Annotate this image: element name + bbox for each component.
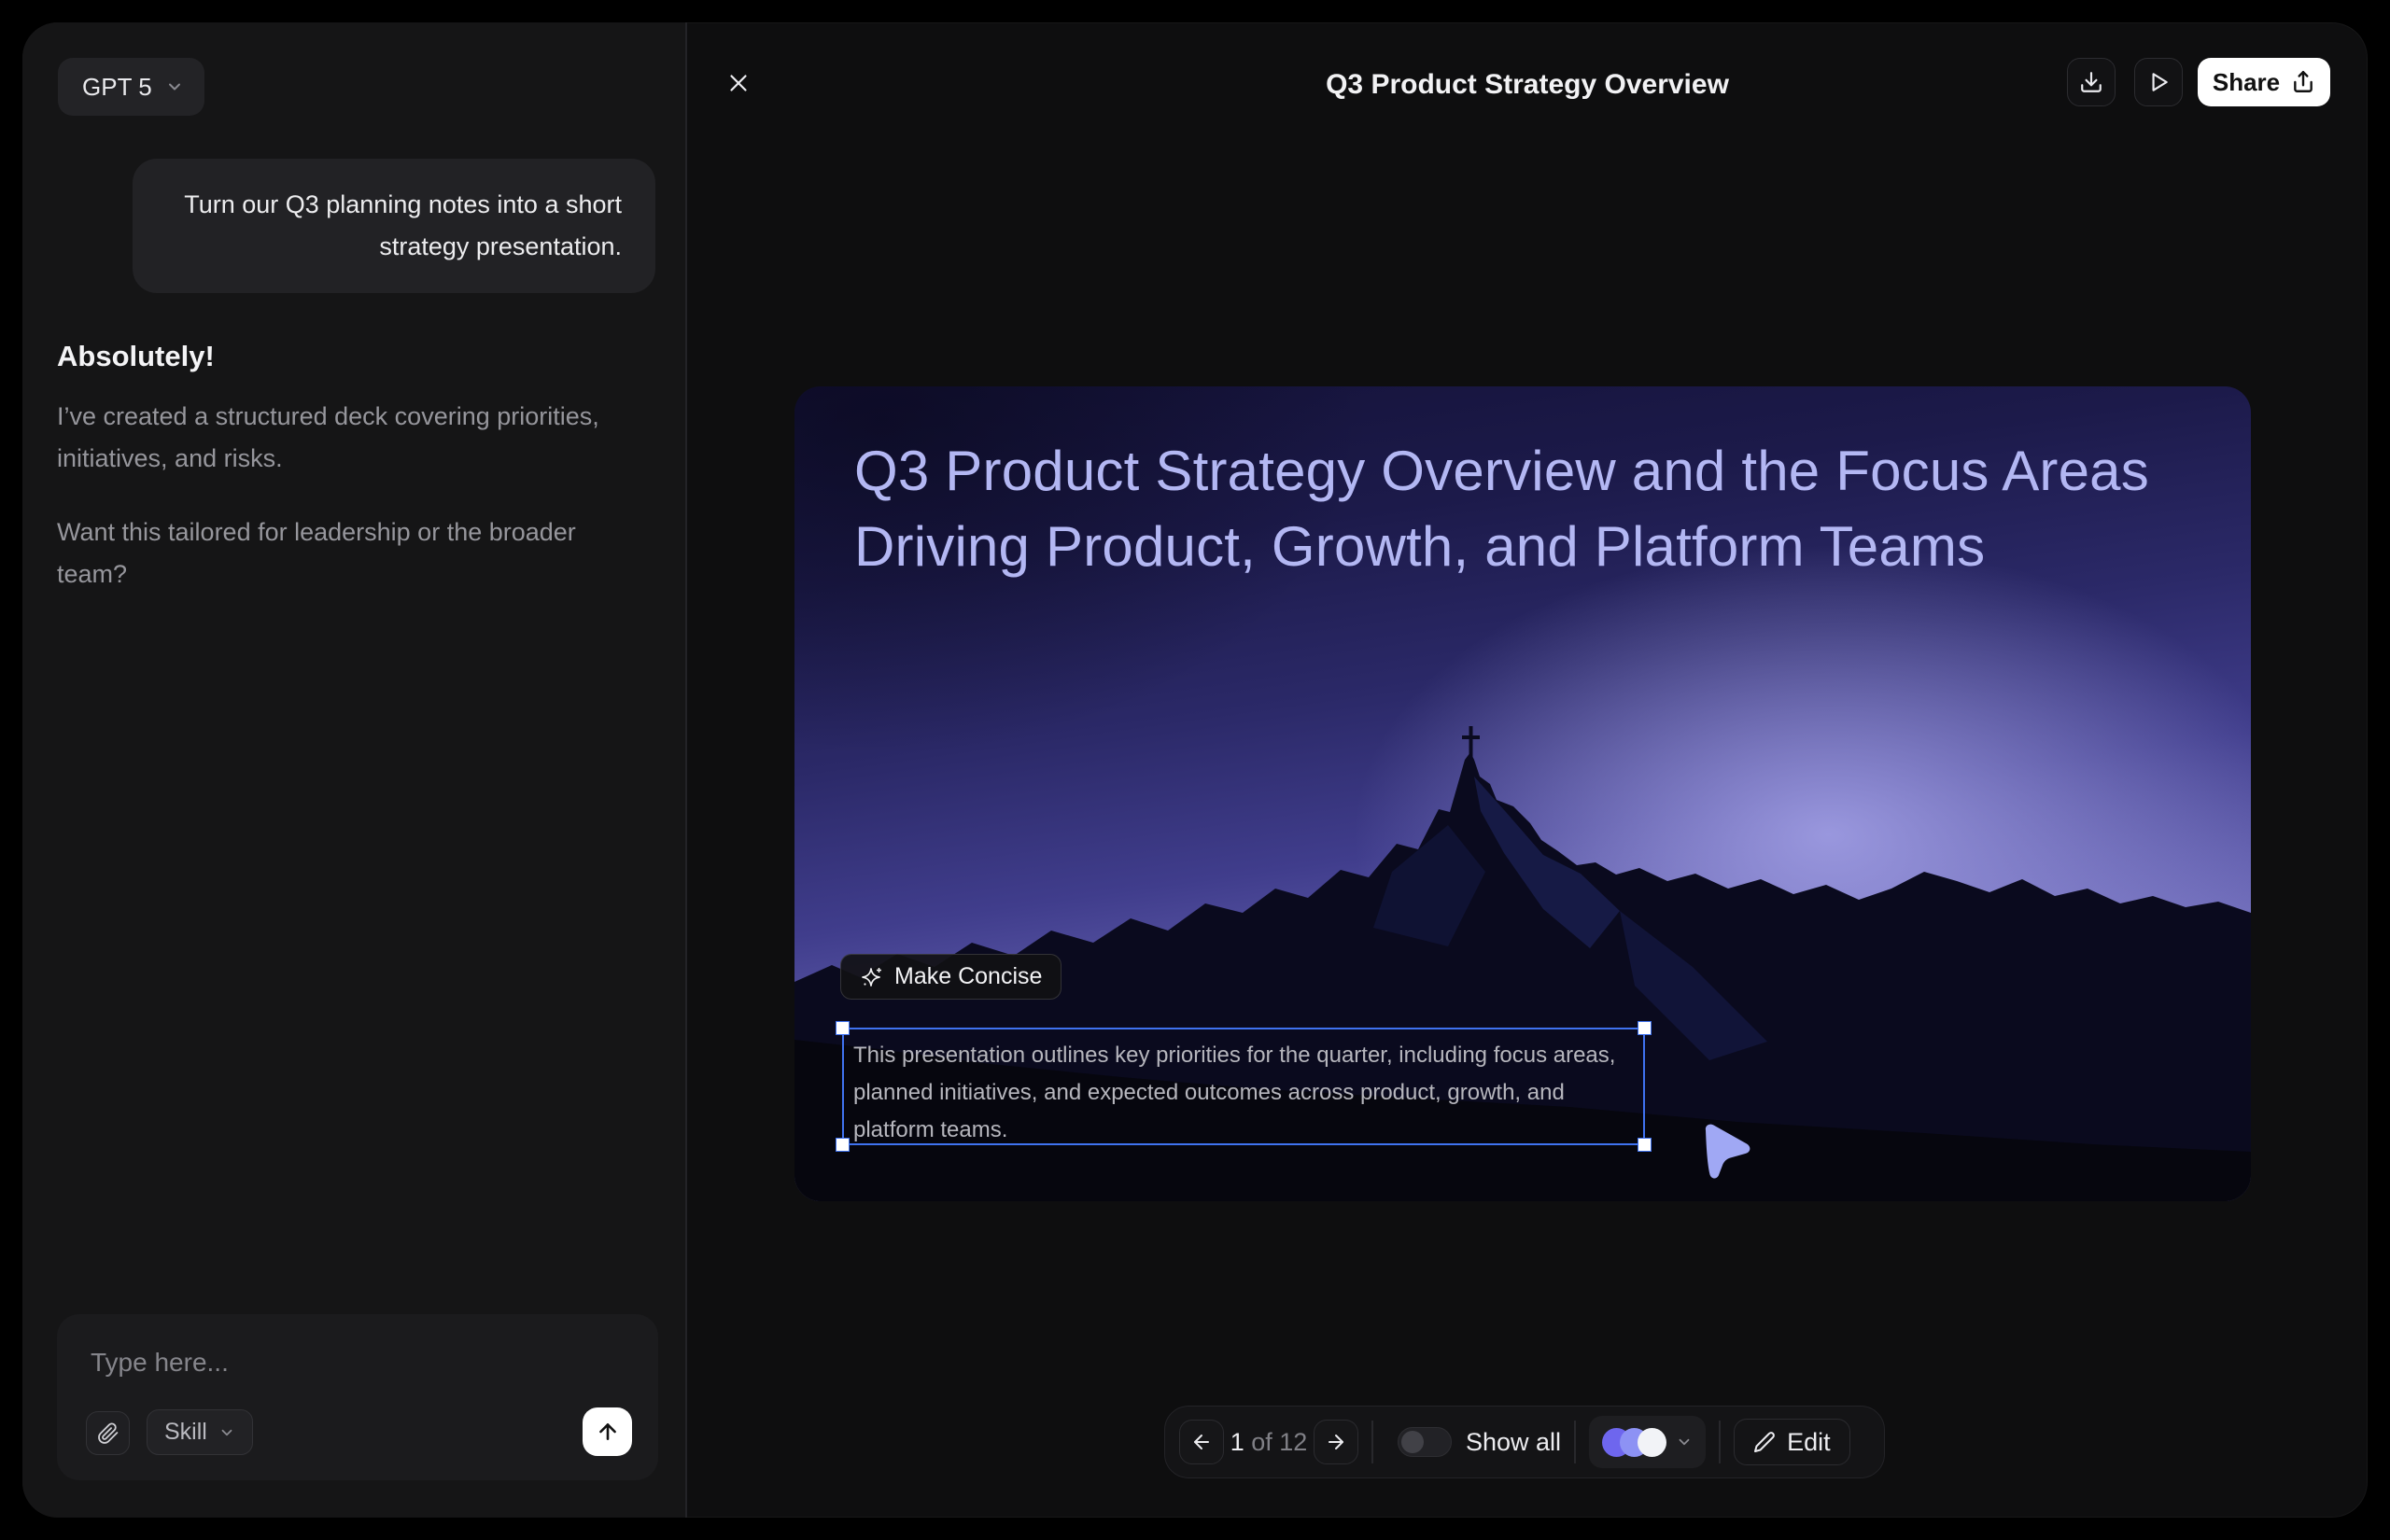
close-icon (724, 69, 752, 97)
selection-handle[interactable] (1638, 1021, 1652, 1035)
model-selector[interactable]: GPT 5 (58, 58, 204, 116)
arrow-left-icon (1190, 1431, 1213, 1453)
download-button[interactable] (2067, 58, 2116, 106)
page-total: of 12 (1244, 1428, 1308, 1456)
send-button[interactable] (583, 1407, 632, 1456)
make-concise-label: Make Concise (894, 963, 1042, 990)
chat-input[interactable] (89, 1338, 615, 1387)
chevron-down-icon (218, 1424, 235, 1441)
selection-handle[interactable] (836, 1021, 850, 1035)
toggle-knob (1401, 1431, 1424, 1453)
page-current: 1 (1230, 1428, 1244, 1456)
page-indicator: 1 of 12 (1224, 1428, 1314, 1457)
user-message-bubble: Turn our Q3 planning notes into a short … (133, 159, 655, 293)
editor-main: Q3 Product Strategy Overview Share (687, 22, 2368, 1518)
message-composer: Skill (57, 1314, 658, 1480)
assistant-paragraph: Want this tailored for leadership or the… (57, 511, 608, 595)
skill-dropdown[interactable]: Skill (147, 1409, 253, 1455)
share-icon (2291, 70, 2315, 94)
palette-swatch-3 (1638, 1428, 1666, 1457)
slide-body-textbox[interactable]: This presentation outlines key prioritie… (842, 1028, 1645, 1145)
sparkle-icon (860, 965, 884, 989)
slide-canvas[interactable]: Q3 Product Strategy Overview and the Foc… (794, 386, 2251, 1201)
arrow-up-icon (596, 1420, 620, 1444)
assistant-paragraph: I’ve created a structured deck covering … (57, 396, 608, 480)
show-all-toggle[interactable] (1398, 1427, 1452, 1457)
make-concise-button[interactable]: Make Concise (840, 954, 1061, 1000)
paperclip-icon (97, 1422, 120, 1445)
app-window: GPT 5 Turn our Q3 planning notes into a … (22, 22, 2368, 1518)
slide-title[interactable]: Q3 Product Strategy Overview and the Foc… (854, 433, 2152, 584)
assistant-heading: Absolutely! (57, 340, 215, 373)
show-all-label: Show all (1466, 1428, 1561, 1457)
skill-dropdown-label: Skill (164, 1419, 207, 1446)
selection-handle[interactable] (1638, 1138, 1652, 1152)
share-button[interactable]: Share (2198, 58, 2330, 106)
slide-toolbar: 1 of 12 Show all (1164, 1406, 1885, 1478)
present-button[interactable] (2134, 58, 2183, 106)
toolbar-divider (1371, 1421, 1373, 1463)
edit-button-label: Edit (1787, 1428, 1831, 1457)
download-icon (2079, 70, 2103, 94)
theme-palette-button[interactable] (1589, 1416, 1706, 1468)
previous-slide-button[interactable] (1179, 1420, 1224, 1464)
toolbar-divider (1574, 1421, 1576, 1463)
user-message-text: Turn our Q3 planning notes into a short … (166, 184, 622, 268)
toolbar-divider (1719, 1421, 1721, 1463)
edit-button[interactable]: Edit (1734, 1419, 1850, 1465)
next-slide-button[interactable] (1314, 1420, 1358, 1464)
pencil-icon (1753, 1431, 1776, 1453)
share-button-label: Share (2213, 68, 2280, 97)
selection-handle[interactable] (836, 1138, 850, 1152)
attach-button[interactable] (86, 1411, 130, 1455)
play-icon (2146, 70, 2171, 94)
chevron-down-icon (165, 77, 184, 96)
document-title: Q3 Product Strategy Overview (1326, 69, 1729, 101)
close-button[interactable] (718, 63, 759, 104)
chat-sidebar: GPT 5 Turn our Q3 planning notes into a … (22, 22, 687, 1518)
arrow-right-icon (1325, 1431, 1347, 1453)
model-selector-label: GPT 5 (82, 73, 152, 102)
chevron-down-icon (1676, 1434, 1693, 1450)
slide-body-text: This presentation outlines key prioritie… (844, 1029, 1643, 1149)
cursor-pointer (1694, 1122, 1760, 1182)
